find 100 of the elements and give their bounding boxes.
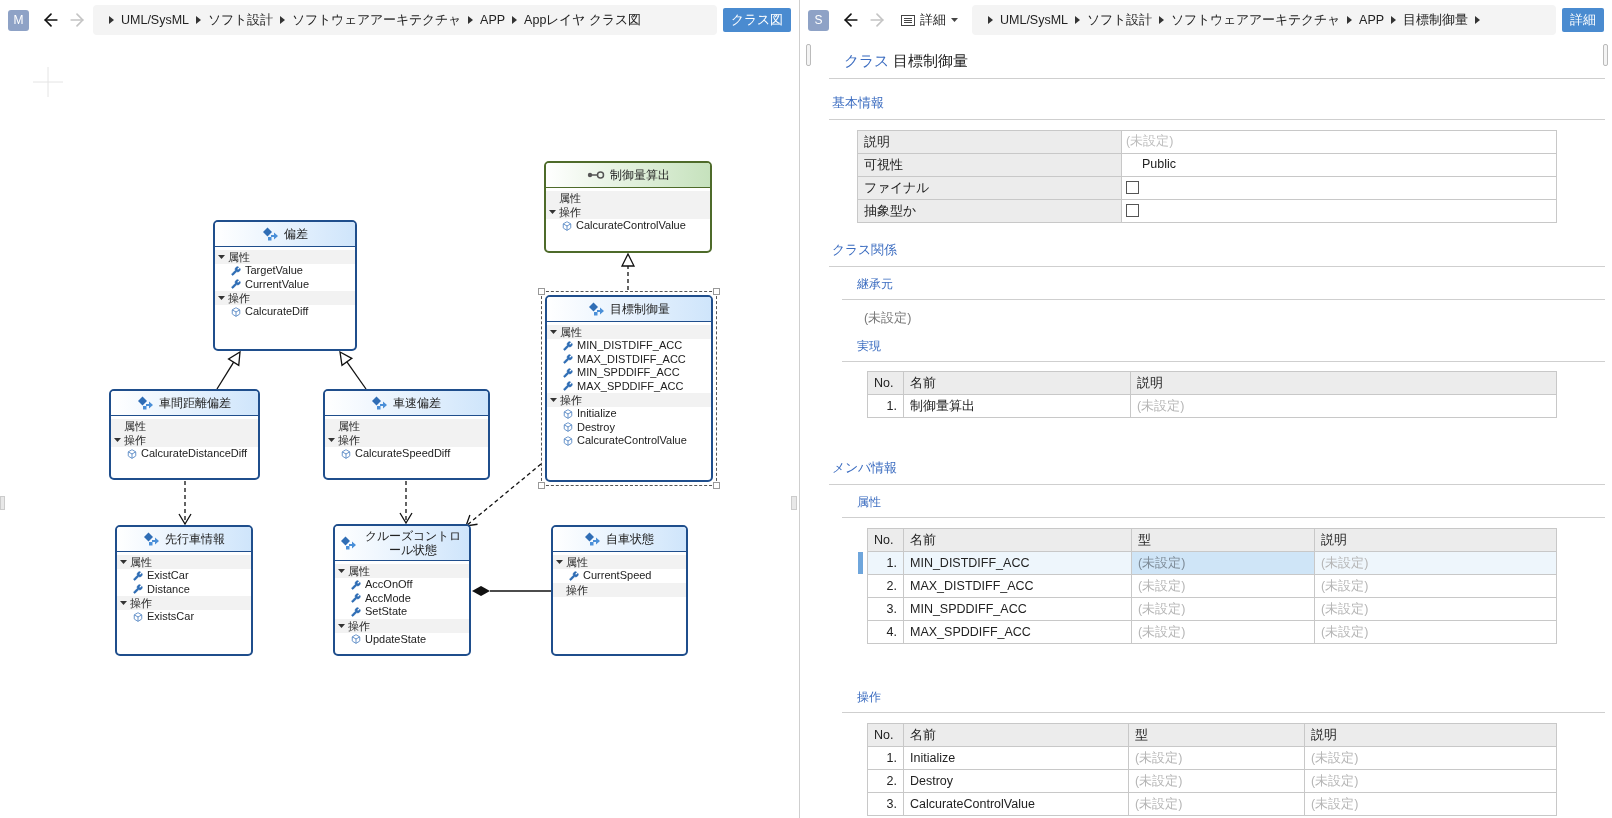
operation-name[interactable]: Initialize	[577, 407, 617, 421]
table-cell[interactable]: 2.	[868, 574, 904, 598]
table-cell[interactable]: MIN_DISTDIFF_ACC	[904, 551, 1132, 575]
breadcrumb-link[interactable]: ソフトウェアアーキテクチャ	[1171, 10, 1341, 30]
collapse-triangle-icon[interactable]	[338, 623, 345, 628]
operation-name[interactable]: CalcurateDistanceDiff	[141, 447, 248, 461]
attribute-name[interactable]: MAX_SPDDIFF_ACC	[577, 379, 684, 393]
view-switch-button[interactable]: 詳細	[1562, 8, 1604, 32]
collapse-triangle-icon[interactable]	[556, 560, 563, 564]
table-cell[interactable]: 3.	[868, 597, 904, 621]
collapse-triangle-icon[interactable]	[218, 296, 225, 300]
dependency-arrow	[178, 480, 192, 526]
class-node[interactable]: 先行車情報 属性 ExistCar Distance 操作 ExistsCar	[115, 525, 253, 656]
table-cell[interactable]: CalcurateControlValue	[904, 792, 1129, 816]
operation-name[interactable]: CalcurateDiff	[245, 305, 309, 319]
class-node[interactable]: 車速偏差 属性 操作 CalcurateSpeedDiff	[323, 389, 490, 480]
breadcrumb-link[interactable]: ソフト設計	[208, 10, 274, 30]
attribute-name[interactable]: SetState	[365, 605, 408, 619]
breadcrumb-link[interactable]: ソフト設計	[1087, 10, 1153, 30]
class-name: 偏差	[283, 227, 308, 241]
table-cell[interactable]: 1.	[868, 394, 904, 418]
checkbox[interactable]	[1126, 204, 1139, 218]
attribute-name[interactable]: Distance	[147, 582, 190, 596]
attribute-name[interactable]: CurrentSpeed	[583, 569, 652, 583]
breadcrumb-link[interactable]: UML/SysML	[121, 10, 190, 30]
attributes-compartment-label: 属性	[566, 555, 588, 569]
attribute-name[interactable]: AccOnOff	[365, 578, 413, 592]
table-cell[interactable]: MAX_SPDDIFF_ACC	[904, 620, 1132, 644]
cube-icon	[563, 422, 573, 433]
view-switch-button[interactable]: クラス図	[723, 8, 791, 32]
attribute-name[interactable]: AccMode	[365, 591, 411, 605]
collapse-triangle-icon[interactable]	[550, 398, 557, 402]
class-node[interactable]: 自車状態 属性 CurrentSpeed 操作	[551, 525, 688, 656]
collapse-triangle-icon[interactable]	[328, 438, 335, 442]
attribute-name[interactable]: CurrentValue	[245, 277, 309, 291]
collapse-triangle-icon[interactable]	[550, 330, 557, 334]
column-header: No.	[868, 723, 904, 747]
breadcrumb-caret-icon	[109, 16, 114, 24]
table-cell[interactable]: Initialize	[904, 746, 1129, 770]
table-cell[interactable]: Destroy	[904, 769, 1129, 793]
panel-collapse-handle[interactable]	[791, 496, 797, 510]
table-cell[interactable]: 1.	[868, 551, 904, 575]
collapse-triangle-icon[interactable]	[218, 255, 225, 259]
table-cell[interactable]: 4.	[868, 620, 904, 644]
attribute-name[interactable]: MAX_DISTDIFF_ACC	[577, 352, 686, 366]
panel-collapse-handle[interactable]	[0, 496, 5, 510]
subsection-heading: 継承元	[857, 276, 893, 291]
wrench-icon	[351, 579, 361, 590]
property-label: 可視性	[858, 153, 1122, 177]
checkbox[interactable]	[1126, 181, 1139, 195]
scroll-handle[interactable]	[806, 44, 811, 66]
operation-name[interactable]: UpdateState	[365, 632, 427, 646]
table-cell[interactable]: MIN_SPDDIFF_ACC	[904, 597, 1132, 621]
subsection-heading: 操作	[857, 689, 881, 704]
operation-name[interactable]: CalcurateControlValue	[576, 219, 686, 233]
attribute-name[interactable]: MIN_DISTDIFF_ACC	[577, 339, 683, 353]
breadcrumb-link[interactable]: ソフトウェアアーキテクチャ	[292, 10, 462, 30]
class-node[interactable]: 制御量算出 属性 操作 CalcurateControlValue	[544, 161, 712, 253]
attribute-name[interactable]: MIN_SPDDIFF_ACC	[577, 366, 680, 380]
view-menu-button[interactable]: 詳細	[893, 6, 966, 34]
breadcrumb-link[interactable]: 目標制御量	[1403, 10, 1469, 30]
attribute-name[interactable]: TargetValue	[245, 264, 303, 278]
table-cell[interactable]: MAX_DISTDIFF_ACC	[904, 574, 1132, 598]
class-icon	[588, 302, 605, 316]
operation-name[interactable]: CalcurateSpeedDiff	[355, 447, 451, 461]
wrench-icon	[133, 570, 143, 581]
breadcrumb-caret-icon	[988, 16, 993, 24]
breadcrumb-link[interactable]: APP	[1359, 10, 1385, 30]
operation-name[interactable]: CalcurateControlValue	[577, 434, 687, 448]
scroll-handle[interactable]	[1603, 44, 1608, 66]
property-label: ファイナル	[858, 176, 1122, 200]
collapse-triangle-icon[interactable]	[120, 560, 127, 564]
class-node[interactable]: クルーズコントロール状態 属性 AccOnOff AccMode SetState 操作 UpdateState	[333, 524, 471, 656]
class-name: 車速偏差	[393, 396, 441, 410]
breadcrumb-link[interactable]: UML/SysML	[1000, 10, 1069, 30]
wrench-icon	[231, 279, 241, 290]
collapse-triangle-icon[interactable]	[338, 569, 345, 573]
collapse-triangle-icon[interactable]	[114, 438, 121, 442]
collapse-triangle-icon[interactable]	[549, 210, 556, 214]
element-type-label: クラス	[844, 51, 889, 71]
table-cell[interactable]: 2.	[868, 769, 904, 793]
operation-name[interactable]: ExistsCar	[147, 610, 195, 624]
collapse-triangle-icon[interactable]	[120, 601, 127, 605]
breadcrumb-link[interactable]: Appレイヤ クラス図	[524, 10, 641, 30]
class-icon	[585, 532, 601, 546]
attributes-compartment-label: 属性	[124, 419, 146, 433]
property-value[interactable]: Public	[1126, 155, 1177, 175]
cube-icon	[351, 634, 361, 645]
table-cell[interactable]: 3.	[868, 792, 904, 816]
class-node[interactable]: 目標制御量 属性 MIN_DISTDIFF_ACC MAX_DISTDIFF_ACC MIN_SPDDIFF_ACC MAX_SPDDIFF_ACC 操作 Initialize Destroy CalcurateControlValue	[545, 295, 713, 482]
class-node[interactable]: 車間距離偏差 属性 操作 CalcurateDistanceDiff	[109, 389, 260, 480]
operation-name[interactable]: Destroy	[577, 420, 615, 434]
table-cell[interactable]: 1.	[868, 746, 904, 770]
table-cell[interactable]: 制御量算出	[904, 394, 1131, 418]
operations-compartment-label: 操作	[124, 433, 146, 447]
caret-icon	[951, 18, 958, 22]
breadcrumb-link[interactable]: APP	[480, 10, 506, 30]
class-node[interactable]: 偏差 属性 TargetValue CurrentValue 操作 CalcurateDiff	[213, 220, 357, 351]
attribute-name[interactable]: ExistCar	[147, 569, 189, 583]
class-name: クルーズコントロール状態	[363, 529, 462, 557]
